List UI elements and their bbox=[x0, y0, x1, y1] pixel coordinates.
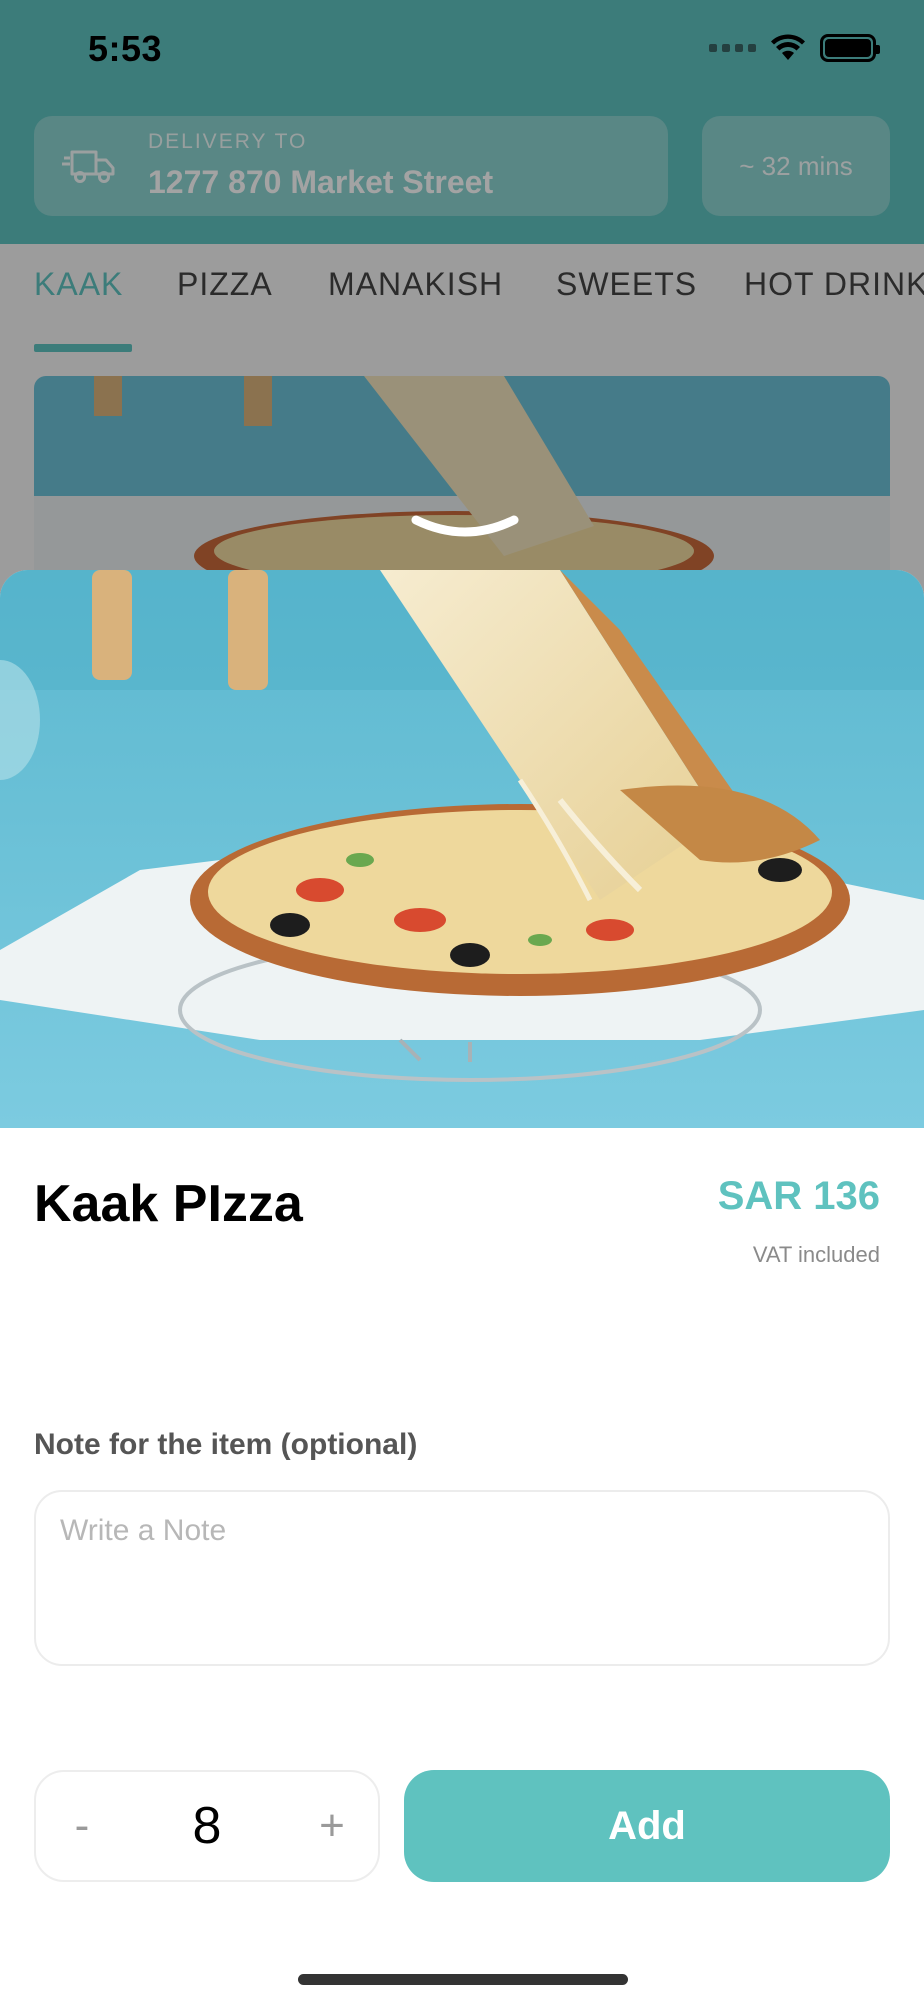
quantity-value: 8 bbox=[192, 1797, 222, 1855]
item-price: SAR 136 bbox=[717, 1174, 880, 1218]
dim-overlay[interactable] bbox=[0, 0, 924, 600]
background-page: 5:53 DELIVERY TO 1277 870 Market Street … bbox=[0, 0, 924, 600]
decrease-quantity-button[interactable]: - bbox=[36, 1772, 128, 1880]
sheet-grabber-chevron-icon[interactable] bbox=[410, 512, 520, 542]
note-label: Note for the item (optional) bbox=[34, 1428, 418, 1461]
quantity-stepper: - 8 + bbox=[34, 1770, 380, 1882]
item-hero-image bbox=[0, 570, 924, 1128]
item-title: Kaak PIzza bbox=[34, 1175, 303, 1233]
increase-quantity-button[interactable]: + bbox=[286, 1772, 378, 1880]
item-note-input[interactable] bbox=[34, 1490, 890, 1666]
add-to-cart-button[interactable]: Add bbox=[404, 1770, 890, 1882]
vat-note: VAT included bbox=[752, 1242, 880, 1267]
home-indicator bbox=[298, 1974, 628, 1985]
item-detail-sheet: Kaak PIzza SAR 136 VAT included Note for… bbox=[0, 570, 924, 2000]
